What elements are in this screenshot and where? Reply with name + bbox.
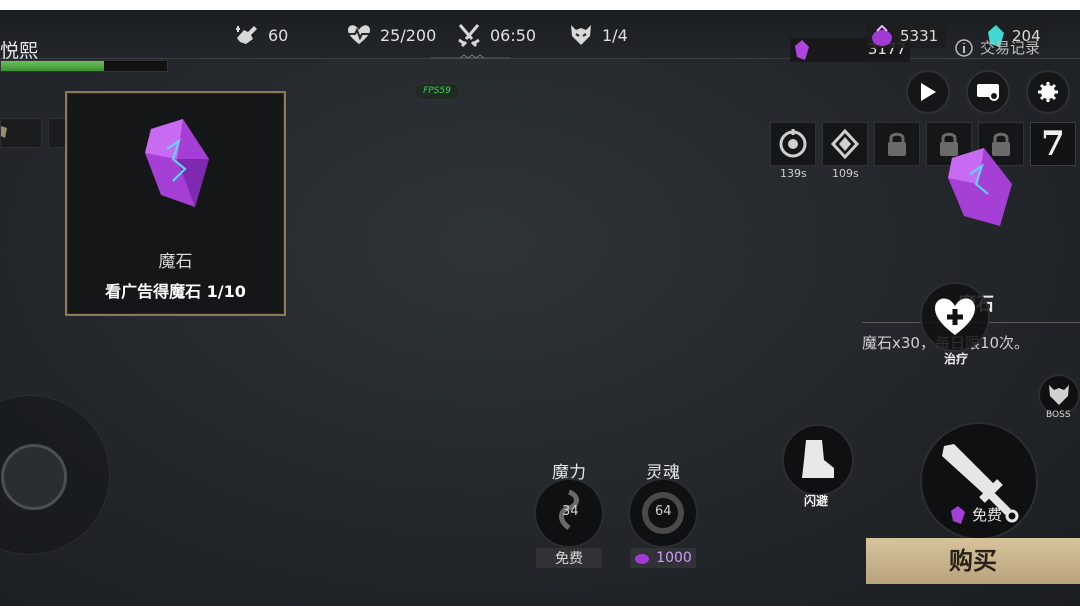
- mana-cost-label: 免费: [555, 551, 583, 567]
- soul-value: 64: [655, 504, 672, 519]
- crystal-icon: [951, 505, 965, 524]
- movement-joystick[interactable]: [0, 395, 110, 555]
- skill-slot-3-locked[interactable]: [874, 122, 920, 166]
- trade-record-link[interactable]: 交易记录: [954, 37, 1040, 58]
- left-equip-slot-1[interactable]: [0, 118, 42, 148]
- boot-icon: [802, 440, 834, 478]
- attack-stat: 60: [234, 22, 288, 48]
- wave-stat: 1/4: [568, 22, 628, 48]
- health-stat: 25/200: [346, 22, 436, 48]
- info-icon: [955, 38, 973, 57]
- dodge-button[interactable]: [782, 424, 854, 496]
- attack-value: 60: [268, 25, 289, 45]
- magic-stone-value: 5331: [900, 27, 939, 45]
- magic-stone-icon: [635, 554, 650, 564]
- wave-value: 1/4: [602, 25, 628, 45]
- item-tooltip-popup[interactable]: 魔石 看广告得魔石 1/10: [65, 91, 286, 316]
- heal-button[interactable]: [920, 282, 990, 352]
- crystal-icon: [795, 40, 809, 60]
- boss-label: BOSS: [1046, 410, 1071, 420]
- player-hp-fill: [1, 61, 104, 71]
- soul-cost: 1000: [630, 548, 696, 568]
- attack-free-tag: 免费: [950, 504, 1002, 525]
- display-settings-button[interactable]: [966, 70, 1010, 114]
- soul-cost-value: 1000: [656, 550, 692, 566]
- gear-icon: [1038, 82, 1058, 102]
- buy-button[interactable]: 购买: [866, 538, 1080, 584]
- skill-slot-1[interactable]: [770, 122, 816, 166]
- vortex-skill-icon: [779, 129, 807, 158]
- heartbeat-icon: [348, 25, 370, 44]
- skill-slot-2[interactable]: [822, 122, 868, 166]
- mana-orb[interactable]: 34: [534, 478, 604, 548]
- fist-icon: [236, 26, 257, 44]
- magic-stone-crystal-icon: [145, 119, 209, 207]
- mana-value: 34: [562, 504, 579, 519]
- skill-2-cooldown: 109s: [832, 167, 859, 180]
- mana-cost: 免费: [536, 548, 602, 568]
- magic-stone-icon: [872, 25, 892, 46]
- heal-label: 治疗: [944, 352, 969, 366]
- timer-value: 06:50: [490, 25, 537, 45]
- crystal-skill-icon: [830, 129, 860, 159]
- timer-stat: 06:50: [456, 22, 536, 48]
- top-border: [0, 0, 1080, 10]
- lock-icon: [888, 132, 906, 156]
- boss-skull-icon: [1049, 385, 1069, 405]
- player-level: 7: [1030, 122, 1076, 166]
- attack-free-label: 免费: [972, 506, 1003, 524]
- crossed-swords-icon: [458, 24, 480, 48]
- joystick-knob[interactable]: [1, 444, 67, 510]
- popup-item-description: 看广告得魔石 1/10: [105, 282, 246, 301]
- fps-counter: FPS59: [414, 83, 460, 100]
- heart-cross-icon: [935, 298, 975, 335]
- soul-orb[interactable]: 64: [628, 478, 698, 548]
- dodge-label: 闪避: [804, 494, 829, 508]
- skill-1-cooldown: 139s: [780, 167, 807, 180]
- demon-mask-icon: [571, 25, 591, 45]
- item-icon: [1, 126, 7, 138]
- side-crystal-icon: [948, 148, 1012, 226]
- screen-gear-icon: [977, 84, 999, 101]
- magic-stone-counter: 5331: [866, 24, 947, 48]
- trade-record-label: 交易记录: [980, 39, 1041, 57]
- ornament-divider: [430, 54, 510, 59]
- play-icon: [921, 83, 936, 101]
- popup-item-name: 魔石: [158, 252, 193, 272]
- player-name: 悦熙: [0, 40, 39, 62]
- player-hp-bar: [0, 60, 168, 72]
- health-value: 25/200: [380, 25, 437, 45]
- settings-button[interactable]: [1026, 70, 1070, 114]
- play-button[interactable]: [906, 70, 950, 114]
